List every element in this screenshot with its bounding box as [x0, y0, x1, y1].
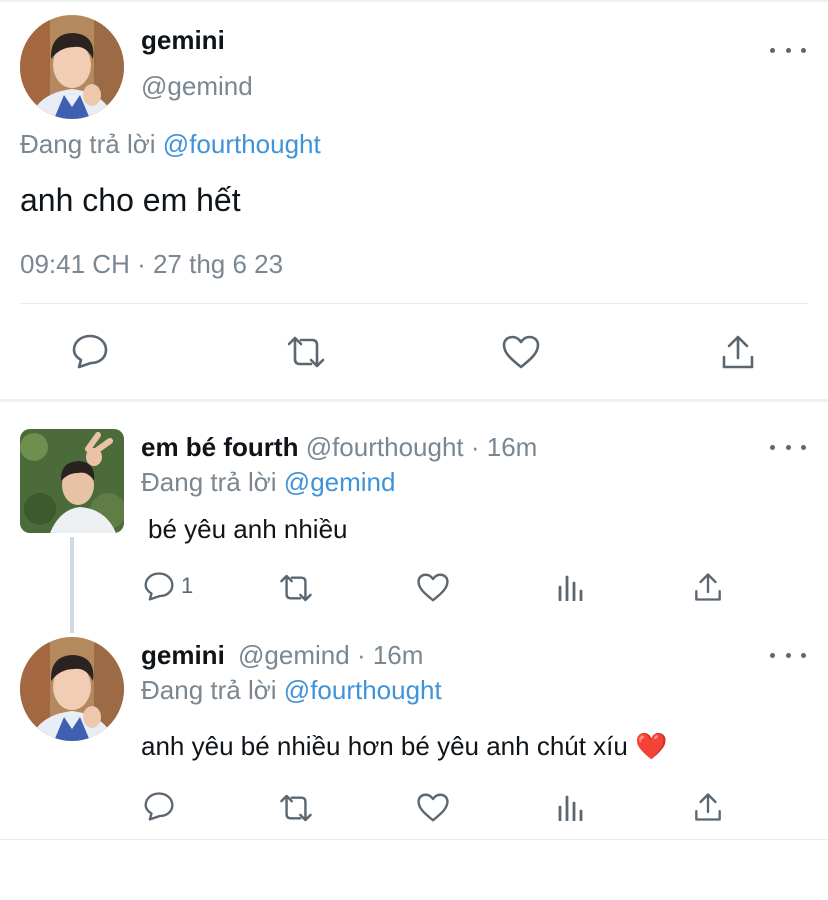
- tweet-time[interactable]: · 16m: [357, 640, 423, 670]
- like-button[interactable]: [416, 792, 450, 823]
- reply-icon: [72, 334, 108, 369]
- avatar-image: [20, 15, 124, 119]
- like-icon: [502, 335, 540, 369]
- replying-prefix: Đang trả lời: [141, 675, 277, 705]
- replying-to-line: Đang trả lời @fourthought: [20, 128, 321, 160]
- reply-button[interactable]: [143, 791, 175, 821]
- avatar[interactable]: [20, 15, 124, 119]
- reply-text-line: anh yêu bé nhiều hơn bé yêu anh chút xíu…: [141, 730, 667, 762]
- like-button[interactable]: [501, 334, 541, 370]
- replying-to-line: Đang trả lời @fourthought: [141, 674, 442, 706]
- tweet-text: anh cho em hết: [20, 182, 241, 218]
- retweet-icon: [280, 574, 312, 602]
- section-separator: [0, 399, 828, 402]
- reply-count: 1: [181, 573, 194, 598]
- reply-avatar[interactable]: [20, 429, 124, 533]
- tweet-time[interactable]: · 16m: [471, 432, 537, 462]
- reply-button[interactable]: [71, 333, 109, 369]
- reply-header: gemini @gemind · 16m: [141, 639, 423, 671]
- replying-to-link[interactable]: @fourthought: [284, 675, 442, 705]
- like-icon: [417, 793, 449, 822]
- like-button[interactable]: [416, 572, 450, 603]
- author-handle[interactable]: @gemind: [238, 640, 350, 670]
- author-name[interactable]: em bé fourth: [141, 432, 298, 462]
- thread-line: [70, 537, 74, 633]
- more-options-button[interactable]: [770, 40, 806, 60]
- share-icon: [695, 793, 721, 821]
- more-options-button[interactable]: [770, 437, 806, 457]
- retweet-icon: [287, 336, 325, 368]
- author-name[interactable]: gemini: [141, 640, 225, 670]
- share-button[interactable]: [720, 333, 756, 371]
- retweet-button[interactable]: [278, 793, 314, 823]
- author-name[interactable]: gemini: [141, 24, 225, 56]
- share-icon: [695, 573, 721, 601]
- more-icon: [770, 444, 775, 450]
- top-divider: [0, 0, 828, 2]
- replying-prefix: Đang trả lời: [141, 467, 277, 497]
- reply-avatar[interactable]: [20, 637, 124, 741]
- more-options-button[interactable]: [770, 645, 806, 665]
- retweet-button[interactable]: [285, 335, 327, 369]
- reply-icon: [144, 792, 174, 821]
- replying-to-line: Đang trả lời @gemind: [141, 466, 395, 498]
- views-icon: [558, 795, 583, 821]
- reply-text: anh yêu bé nhiều hơn bé yêu anh chút xíu: [141, 731, 628, 761]
- replying-to-link[interactable]: @fourthought: [163, 129, 321, 159]
- avatar-image: [20, 637, 124, 741]
- replying-prefix: Đang trả lời: [20, 129, 156, 159]
- author-handle[interactable]: @gemind: [141, 70, 253, 102]
- views-button[interactable]: [557, 793, 585, 821]
- reply-text: bé yêu anh nhiều: [148, 514, 348, 544]
- more-icon: [770, 47, 775, 53]
- share-button[interactable]: [693, 571, 723, 603]
- more-icon: [770, 652, 775, 658]
- retweet-button[interactable]: [278, 573, 314, 603]
- tweet-timestamp[interactable]: 09:41 CH · 27 thg 6 23: [20, 248, 283, 280]
- author-handle[interactable]: @fourthought: [306, 432, 464, 462]
- reply-button[interactable]: 1: [143, 571, 193, 601]
- divider: [20, 303, 808, 304]
- reply-icon: [144, 572, 174, 601]
- views-icon: [558, 575, 583, 601]
- avatar-image: [20, 429, 124, 533]
- bottom-divider: [0, 839, 828, 840]
- reply-header: em bé fourth @fourthought · 16m: [141, 431, 537, 463]
- share-icon: [722, 335, 754, 369]
- share-button[interactable]: [693, 791, 723, 823]
- retweet-icon: [280, 794, 312, 822]
- heart-emoji: ❤️: [635, 731, 668, 761]
- like-icon: [417, 573, 449, 602]
- views-button[interactable]: [557, 573, 585, 601]
- replying-to-link[interactable]: @gemind: [284, 467, 396, 497]
